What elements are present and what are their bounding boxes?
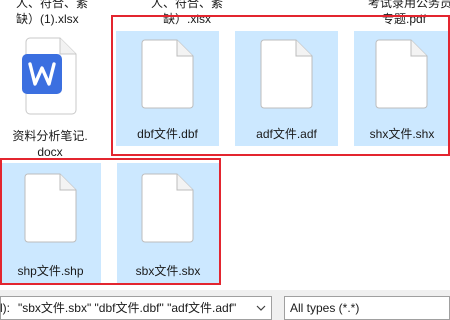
blank-file-icon <box>141 173 194 243</box>
file-name-dbf: dbf文件.dbf <box>137 127 198 141</box>
file-name-shx: shx文件.shx <box>369 127 435 141</box>
blank-file-icon <box>260 39 312 109</box>
file-item-dbf[interactable]: dbf文件.dbf <box>116 31 219 146</box>
file-name-adf: adf文件.adf <box>256 127 317 141</box>
chevron-down-icon[interactable] <box>255 299 267 317</box>
file-item-adf[interactable]: adf文件.adf <box>235 31 338 146</box>
file-item-docx[interactable]: 资料分析笔记. docx <box>0 30 100 170</box>
partial-file-label-middle[interactable]: 人、符合、紊 缺）.xlsx <box>151 0 223 27</box>
file-type-select[interactable]: All types (*.*) <box>284 296 450 320</box>
file-name-shp: shp文件.shp <box>17 264 84 278</box>
partial-file-label-right[interactable]: 考试录用公务员 专题.pdf <box>368 0 450 27</box>
file-name-sbx: sbx文件.sbx <box>135 264 201 278</box>
word-icon <box>22 37 77 115</box>
blank-file-icon <box>24 173 76 243</box>
file-item-shx[interactable]: shx文件.shx <box>354 31 450 146</box>
blank-file-icon <box>375 39 428 109</box>
file-dialog: 人、符合、紊 缺）(1).xlsx 人、符合、紊 缺）.xlsx 考试录用公务员… <box>0 0 450 320</box>
blank-file-icon <box>141 39 193 109</box>
partial-file-label-left[interactable]: 人、符合、紊 缺）(1).xlsx <box>16 0 88 27</box>
file-item-shp[interactable]: shp文件.shp <box>0 163 101 283</box>
file-name-docx: 资料分析笔记. docx <box>12 129 88 159</box>
filename-label: l): <box>0 301 10 315</box>
filename-input[interactable]: "sbx文件.sbx" "dbf文件.dbf" "adf文件.adf" <box>0 296 272 320</box>
file-item-sbx[interactable]: sbx文件.sbx <box>117 163 219 283</box>
